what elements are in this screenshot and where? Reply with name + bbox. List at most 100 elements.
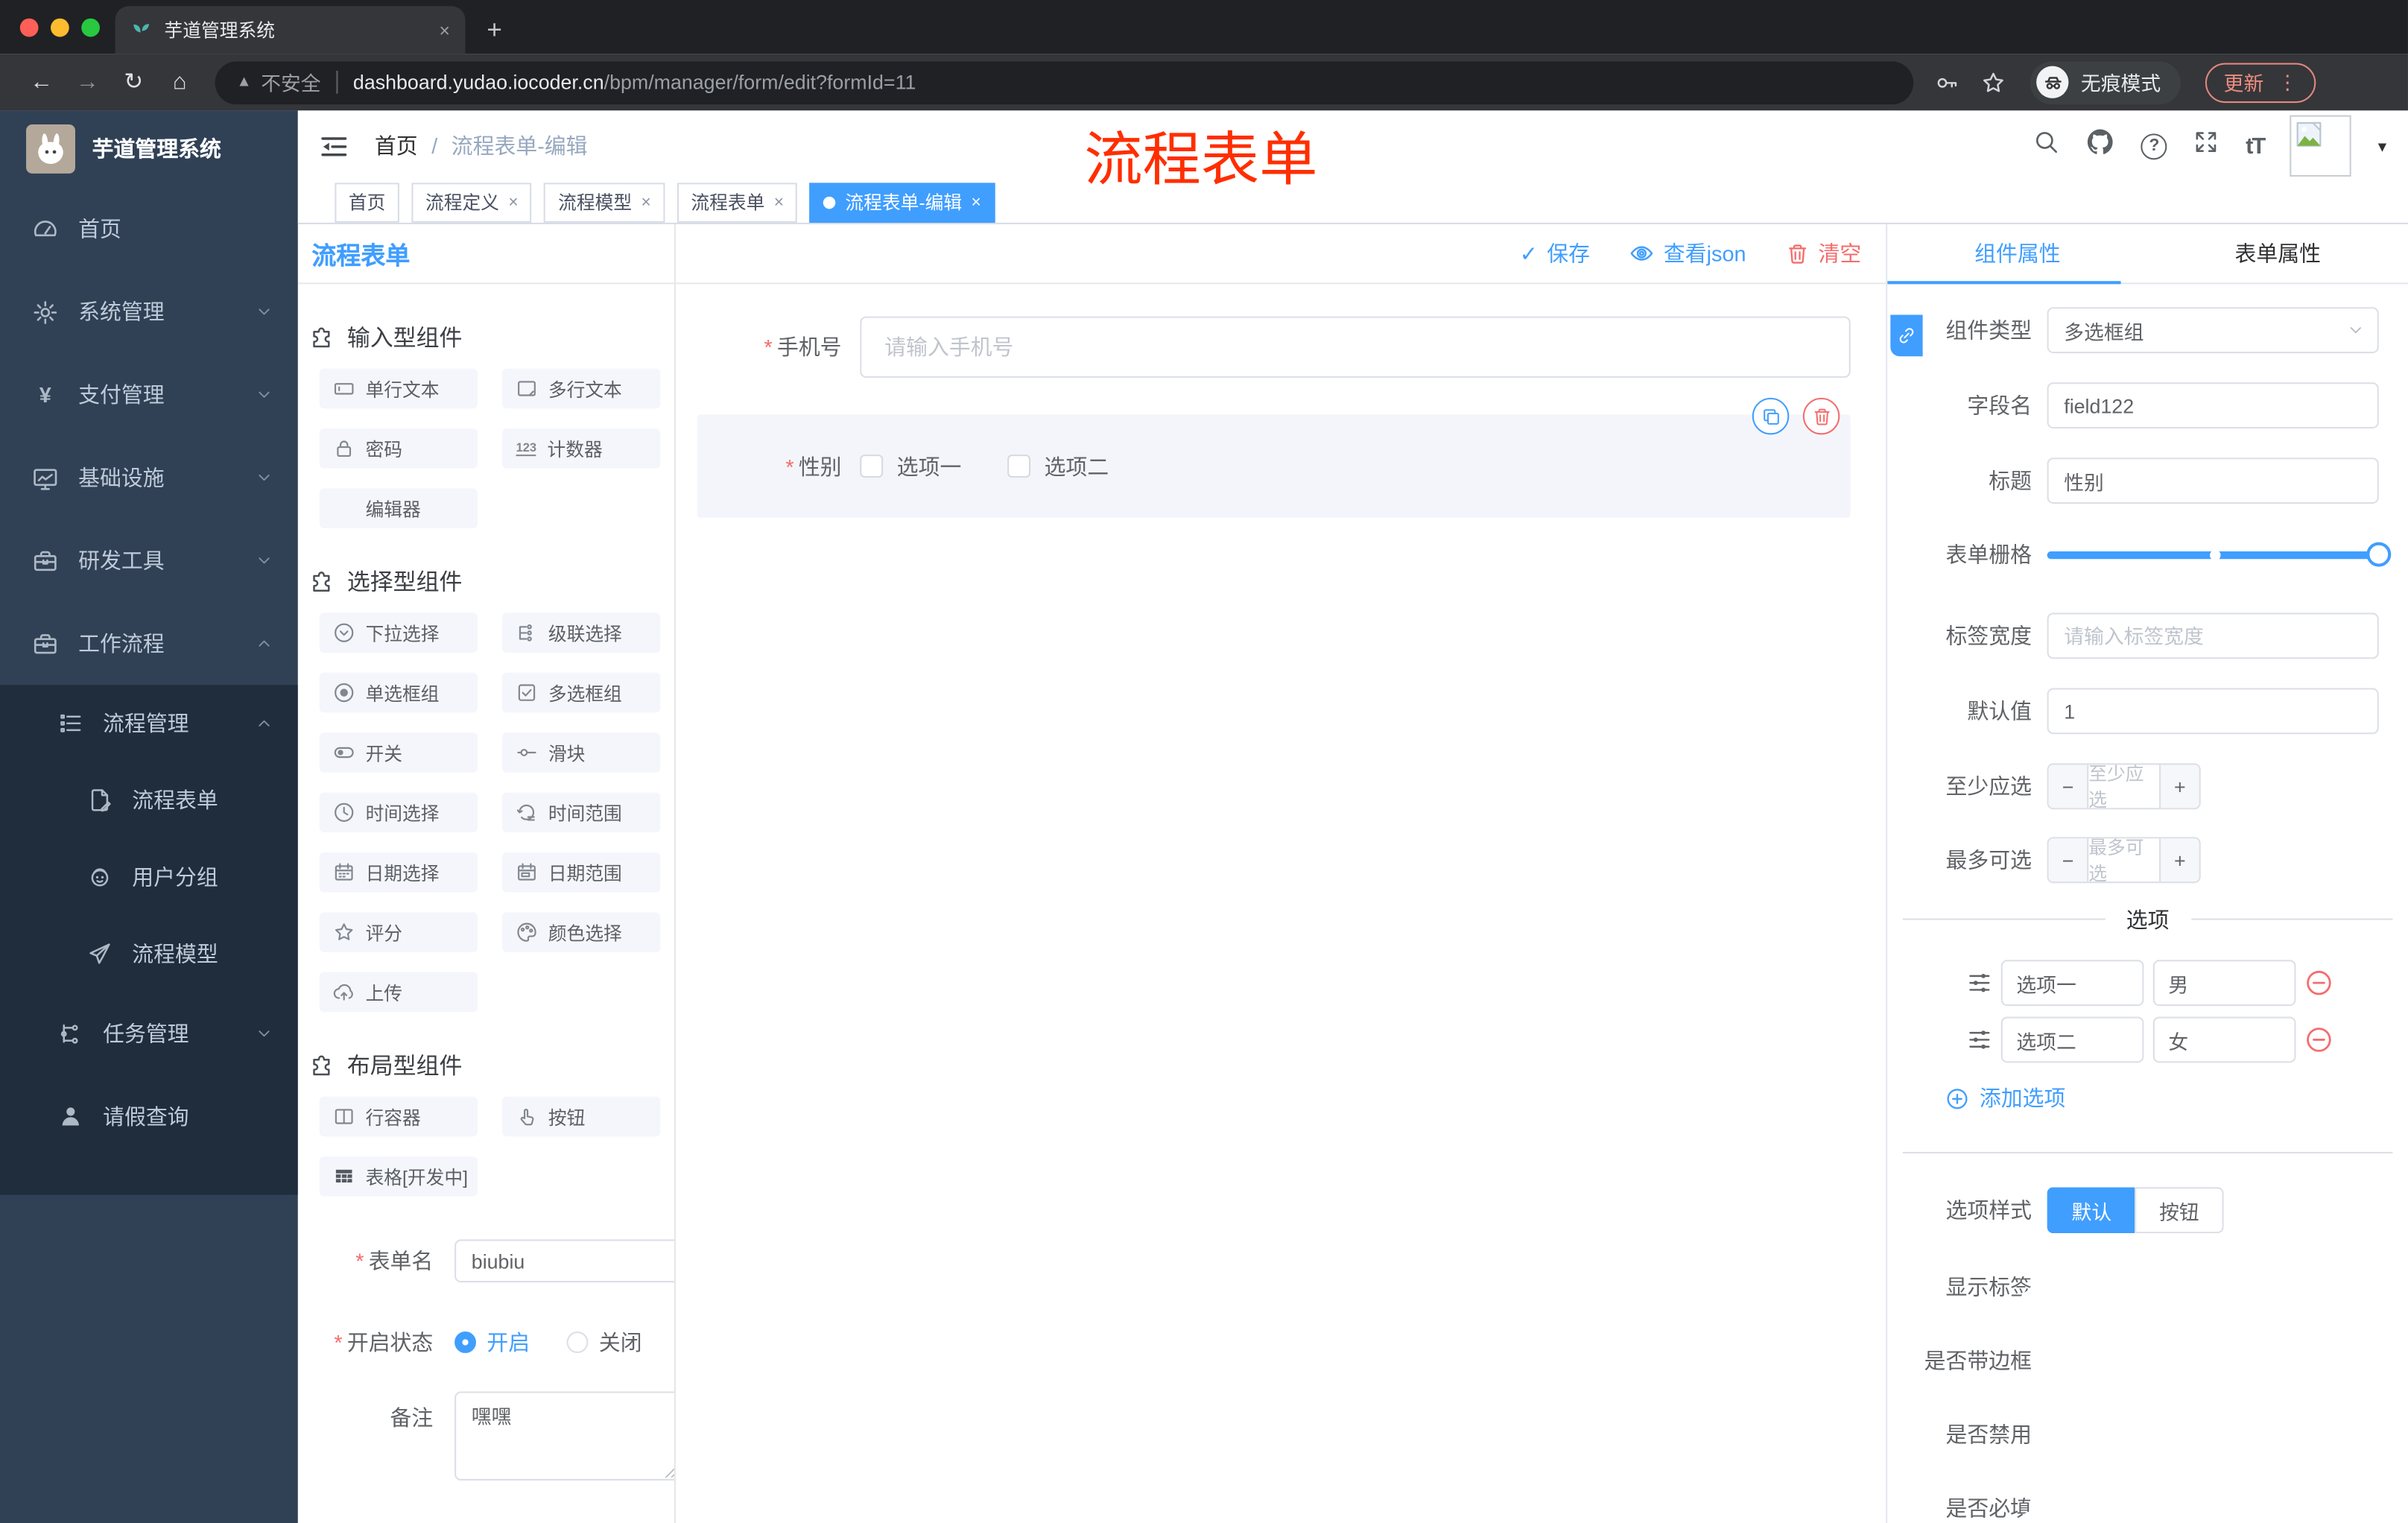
palette-item-radio-group[interactable]: 单选框组 bbox=[319, 672, 478, 713]
palette-item-table[interactable]: 表格[开发中] bbox=[319, 1156, 478, 1197]
palette-item-time[interactable]: 时间选择 bbox=[319, 792, 478, 833]
remove-option-button[interactable] bbox=[2305, 1026, 2333, 1054]
tag-home[interactable]: 首页 bbox=[335, 182, 399, 223]
status-radio-on[interactable]: 开启 bbox=[454, 1327, 530, 1358]
option-2-label-input[interactable] bbox=[2000, 1016, 2144, 1063]
home-icon[interactable]: ⌂ bbox=[156, 71, 203, 94]
stepper-minus-button[interactable]: − bbox=[2048, 764, 2089, 808]
remove-option-button[interactable] bbox=[2305, 969, 2333, 997]
sidebar-item-leave-query[interactable]: 请假查询 bbox=[0, 1075, 298, 1158]
slider-handle[interactable] bbox=[2366, 541, 2392, 566]
close-window-button[interactable] bbox=[19, 18, 39, 37]
checkbox-option-2[interactable]: 选项二 bbox=[1007, 451, 1109, 481]
label-width-input[interactable] bbox=[2047, 612, 2379, 659]
form-name-input[interactable] bbox=[454, 1239, 674, 1283]
palette-item-color[interactable]: 颜色选择 bbox=[502, 912, 661, 952]
avatar-caret-icon[interactable]: ▾ bbox=[2378, 136, 2386, 156]
address-bar[interactable]: ▲ 不安全 dashboard.yudao.iocoder.cn /bpm/ma… bbox=[215, 60, 1914, 104]
sidebar-item-system[interactable]: 系统管理 bbox=[0, 270, 298, 353]
palette-item-checkbox-group[interactable]: 多选框组 bbox=[502, 672, 661, 713]
tag-process-form-edit[interactable]: 流程表单-编辑 × bbox=[810, 182, 995, 223]
hamburger-icon[interactable] bbox=[320, 133, 349, 159]
form-remark-textarea[interactable]: 嘿嘿 bbox=[454, 1391, 674, 1481]
save-button[interactable]: ✓ 保存 bbox=[1520, 238, 1590, 268]
close-icon[interactable]: × bbox=[641, 193, 651, 212]
status-radio-off[interactable]: 关闭 bbox=[566, 1327, 642, 1358]
field-name-input[interactable] bbox=[2047, 382, 2379, 429]
close-icon[interactable]: × bbox=[971, 193, 980, 212]
forward-icon[interactable]: → bbox=[65, 71, 111, 94]
palette-item-password[interactable]: 密码 bbox=[319, 428, 478, 469]
palette-item-row-container[interactable]: 行容器 bbox=[319, 1096, 478, 1137]
update-label[interactable]: 更新 bbox=[2224, 68, 2264, 97]
sidebar-item-process-form[interactable]: 流程表单 bbox=[0, 762, 298, 838]
tab-component-props[interactable]: 组件属性 bbox=[1887, 224, 2147, 282]
add-option-button[interactable]: 添加选项 bbox=[1946, 1083, 2408, 1113]
resize-handle[interactable] bbox=[663, 1463, 674, 1478]
stepper-plus-button[interactable]: + bbox=[2159, 764, 2199, 808]
palette-item-date-range[interactable]: 日期范围 bbox=[502, 852, 661, 893]
search-icon[interactable] bbox=[2034, 130, 2060, 163]
palette-item-cascade[interactable]: 级联选择 bbox=[502, 612, 661, 653]
palette-item-counter[interactable]: 123 计数器 bbox=[502, 428, 661, 469]
palette-item-time-range[interactable]: 时间范围 bbox=[502, 792, 661, 833]
max-stepper-value[interactable]: 最多可选 bbox=[2088, 838, 2159, 881]
component-type-select[interactable]: 多选框组 bbox=[2047, 307, 2379, 354]
font-size-icon[interactable]: tT bbox=[2246, 133, 2266, 159]
view-json-button[interactable]: 查看json bbox=[1630, 238, 1746, 268]
tag-process-form[interactable]: 流程表单 × bbox=[677, 182, 798, 223]
github-icon[interactable] bbox=[2086, 128, 2115, 165]
min-stepper-value[interactable]: 至少应选 bbox=[2088, 764, 2159, 808]
checkbox-option-1[interactable]: 选项一 bbox=[860, 451, 961, 481]
stepper-minus-button[interactable]: − bbox=[2048, 838, 2089, 882]
sidebar-item-user-group[interactable]: 用户分组 bbox=[0, 838, 298, 915]
breadcrumb-home[interactable]: 首页 bbox=[375, 131, 418, 162]
drag-handle-icon[interactable] bbox=[1967, 1028, 1992, 1052]
tab-form-props[interactable]: 表单属性 bbox=[2148, 224, 2408, 282]
sidebar-item-devtools[interactable]: 研发工具 bbox=[0, 519, 298, 602]
palette-item-button[interactable]: 按钮 bbox=[502, 1096, 661, 1137]
palette-item-switch[interactable]: 开关 bbox=[319, 732, 478, 773]
close-tab-icon[interactable]: × bbox=[439, 19, 449, 41]
copy-widget-button[interactable] bbox=[1752, 397, 1790, 435]
style-button-button[interactable]: 按钮 bbox=[2135, 1187, 2224, 1234]
close-icon[interactable]: × bbox=[774, 193, 784, 212]
sidebar-item-task-mgmt[interactable]: 任务管理 bbox=[0, 992, 298, 1075]
drag-handle-icon[interactable] bbox=[1967, 971, 1992, 995]
delete-widget-button[interactable] bbox=[1802, 397, 1840, 435]
palette-item-dropdown[interactable]: 下拉选择 bbox=[319, 612, 478, 653]
style-default-button[interactable]: 默认 bbox=[2047, 1187, 2135, 1234]
phone-input[interactable] bbox=[860, 316, 1851, 379]
browser-tab[interactable]: 芋道管理系统 × bbox=[115, 6, 466, 54]
default-value-input[interactable] bbox=[2047, 688, 2379, 735]
option-2-value-input[interactable] bbox=[2152, 1016, 2296, 1063]
sidebar-item-home[interactable]: 首页 bbox=[0, 187, 298, 270]
panel-collapse-handle[interactable] bbox=[1890, 314, 1923, 357]
tag-process-definition[interactable]: 流程定义 × bbox=[411, 182, 533, 223]
option-1-value-input[interactable] bbox=[2152, 960, 2296, 1007]
fullscreen-icon[interactable] bbox=[2193, 130, 2220, 163]
avatar[interactable] bbox=[2290, 115, 2352, 177]
canvas-field-gender-selected[interactable]: * 性别 选项一 选项二 bbox=[697, 397, 1851, 518]
bookmark-star-icon[interactable] bbox=[1981, 70, 2006, 95]
browser-update-button[interactable]: 更新 ⋮ bbox=[2205, 62, 2316, 103]
palette-item-single-text[interactable]: 单行文本 bbox=[319, 368, 478, 409]
palette-item-date[interactable]: 日期选择 bbox=[319, 852, 478, 893]
palette-item-slider[interactable]: 滑块 bbox=[502, 732, 661, 773]
minimize-window-button[interactable] bbox=[51, 18, 69, 37]
security-label[interactable]: 不安全 bbox=[261, 68, 320, 97]
help-icon[interactable]: ? bbox=[2141, 133, 2167, 159]
sidebar-item-infra[interactable]: 基础设施 bbox=[0, 436, 298, 519]
tag-process-model[interactable]: 流程模型 × bbox=[544, 182, 665, 223]
canvas-field-phone[interactable]: * 手机号 bbox=[688, 316, 1851, 379]
zoom-window-button[interactable] bbox=[81, 18, 100, 37]
palette-item-editor[interactable]: 编辑器 bbox=[319, 488, 478, 529]
browser-menu-icon[interactable]: ⋮ bbox=[2278, 70, 2298, 95]
clear-button[interactable]: 清空 bbox=[1786, 238, 1861, 268]
sidebar-item-process-mgmt[interactable]: 流程管理 bbox=[0, 685, 298, 762]
option-1-label-input[interactable] bbox=[2000, 960, 2144, 1007]
close-icon[interactable]: × bbox=[508, 193, 518, 212]
grid-slider[interactable] bbox=[2047, 533, 2392, 576]
palette-item-rate[interactable]: 评分 bbox=[319, 912, 478, 952]
password-key-icon[interactable] bbox=[1935, 70, 1959, 95]
